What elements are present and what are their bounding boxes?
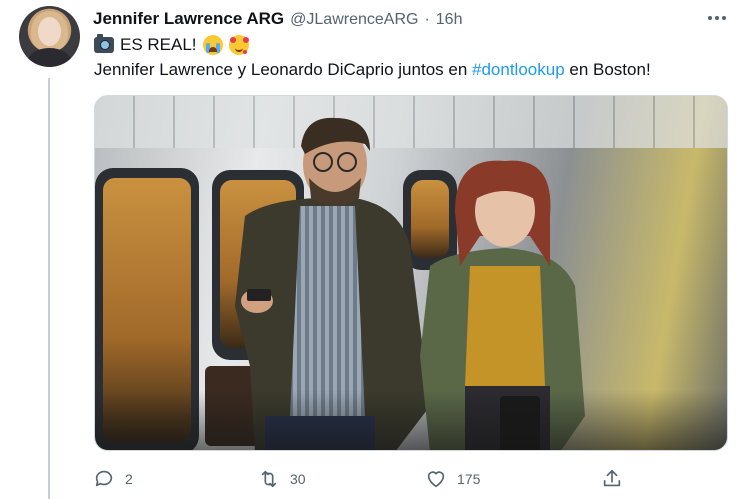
display-name[interactable]: Jennifer Lawrence ARG [93,9,284,29]
share-button[interactable] [601,466,623,492]
tweet-text-suffix: en Boston! [564,60,651,79]
more-options-icon[interactable] [702,6,732,30]
share-icon [603,469,621,487]
user-handle[interactable]: @JLawrenceARG [290,11,418,29]
reply-button[interactable]: 2 [93,466,133,492]
crying-face-emoji-icon [202,35,223,55]
tweet-action-bar: 2 30 175 [0,466,746,492]
photo-floor-shadow [95,390,727,450]
tweet-text-line2: Jennifer Lawrence y Leonardo DiCaprio ju… [94,60,651,82]
tweet-text-prefix: Jennifer Lawrence y Leonardo DiCaprio ju… [94,60,473,79]
camera-flash-emoji-icon [94,34,114,53]
avatar[interactable] [19,6,80,67]
tweet-photo[interactable] [94,95,728,451]
hashtag-link[interactable]: #dontlookup [472,60,565,79]
retweet-icon [261,470,277,488]
heart-icon [427,471,445,488]
like-button[interactable]: 175 [425,466,480,492]
retweet-count: 30 [290,471,306,487]
tweet-header: Jennifer Lawrence ARG @JLawrenceARG · 16… [93,9,462,31]
reply-icon [95,470,113,487]
smiling-hearts-emoji-icon [228,35,249,55]
tweet-text-es-real: ES REAL! [120,35,197,54]
avatar-face [38,17,61,46]
separator-dot: · [424,11,430,28]
tweet-text-line1: ES REAL! [94,34,249,56]
like-count: 175 [457,471,481,487]
timestamp[interactable]: 16h [436,11,463,29]
avatar-body [27,48,72,67]
retweet-button[interactable]: 30 [258,466,306,492]
thread-connector-line [48,78,50,499]
reply-count: 2 [125,471,133,487]
